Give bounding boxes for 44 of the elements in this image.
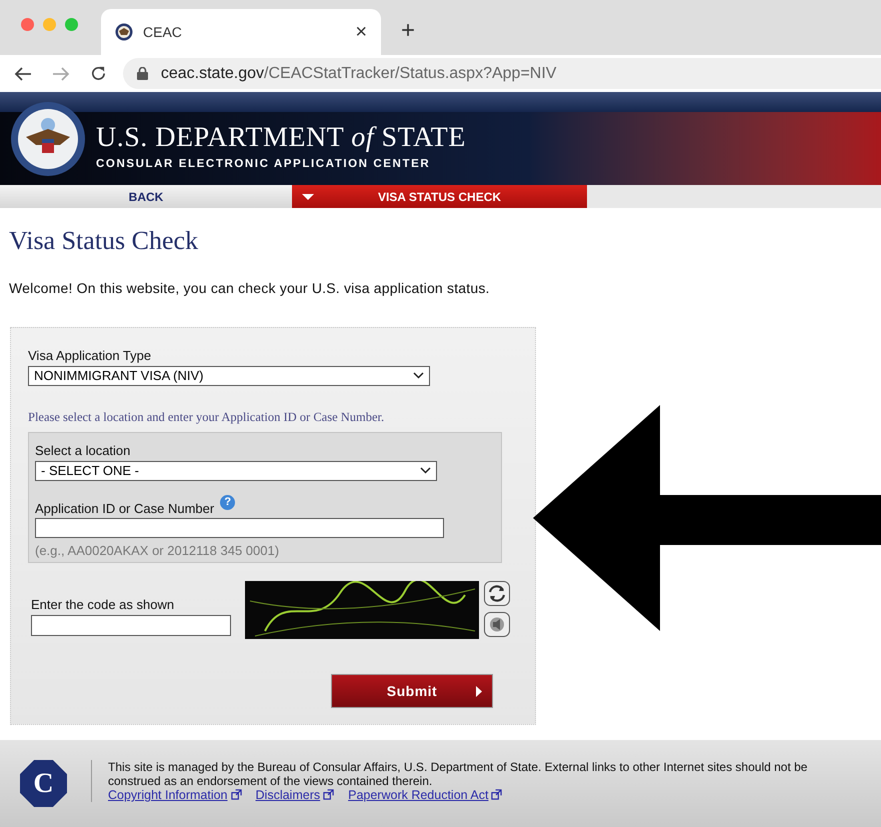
field-label: Select a location <box>35 442 132 460</box>
application-id-input[interactable] <box>35 518 444 538</box>
seal-icon <box>10 100 86 176</box>
footer-link[interactable]: Copyright Information <box>108 788 242 802</box>
help-icon[interactable]: ? <box>220 494 236 510</box>
field-label: Application ID or Case Number <box>35 500 214 518</box>
tab-title: CEAC <box>143 22 183 42</box>
nav-tab[interactable]: BACK <box>0 185 292 208</box>
seal-icon <box>115 23 133 41</box>
reload-icon[interactable] <box>90 65 107 82</box>
banner-subtitle: CONSULAR ELECTRONIC APPLICATION CENTER <box>96 156 432 172</box>
address-bar[interactable]: ceac.state.gov/CEACStatTracker/Status.aspx?App=NIV <box>122 58 881 89</box>
banner-title: U.S. DEPARTMENT of STATE <box>96 124 466 152</box>
refresh-icon[interactable] <box>484 581 510 606</box>
external-link-icon <box>230 789 242 800</box>
browser-tab[interactable]: CEAC × <box>101 9 381 55</box>
visa-type-select[interactable]: NONIMMIGRANT VISA (NIV) <box>28 366 430 386</box>
welcome-text: Welcome! On this website, you can check your U.S. visa application status. <box>9 279 491 298</box>
hint-text: (e.g., AA0020AKAX or 2012118 345 0001) <box>35 542 280 560</box>
chevron-down-icon <box>420 467 431 474</box>
arrow-icon <box>533 405 881 631</box>
lock-icon <box>136 67 148 80</box>
external-link-icon <box>491 789 502 800</box>
field-label: Enter the code as shown <box>31 596 176 614</box>
speaker-icon[interactable] <box>484 612 510 638</box>
page-title: Visa Status Check <box>9 225 200 257</box>
caret-icon <box>302 194 314 200</box>
ceac-logo: C <box>20 760 67 807</box>
nav-tab[interactable]: VISA STATUS CHECK <box>292 185 587 208</box>
caret-right-icon <box>476 686 482 697</box>
captcha-input[interactable] <box>31 614 231 636</box>
new-tab-button[interactable]: + <box>401 19 416 43</box>
chevron-down-icon <box>413 372 424 379</box>
external-link-icon <box>323 789 334 800</box>
field-label: Visa Application Type <box>28 347 152 365</box>
url-text: ceac.state.gov/CEACStatTracker/Status.aspx?App=NIV <box>160 64 556 84</box>
submit-button[interactable]: Submit <box>331 674 493 708</box>
location-select[interactable]: - SELECT ONE - <box>35 460 437 481</box>
instruction-text: Please select a location and enter your Application ID or Case Number. <box>28 408 386 426</box>
footer-link[interactable]: Paperwork Reduction Act <box>348 788 502 802</box>
footer-link[interactable]: Disclaimers <box>256 788 334 802</box>
back-arrow-icon[interactable] <box>14 66 32 82</box>
footer-notice: This site is managed by the Bureau of Consular Affairs, U.S. Department of State. External links to other Internet sites should not be construed as an endorsement of the views contained therein. <box>108 760 808 788</box>
tab-close-button[interactable]: × <box>355 17 367 47</box>
